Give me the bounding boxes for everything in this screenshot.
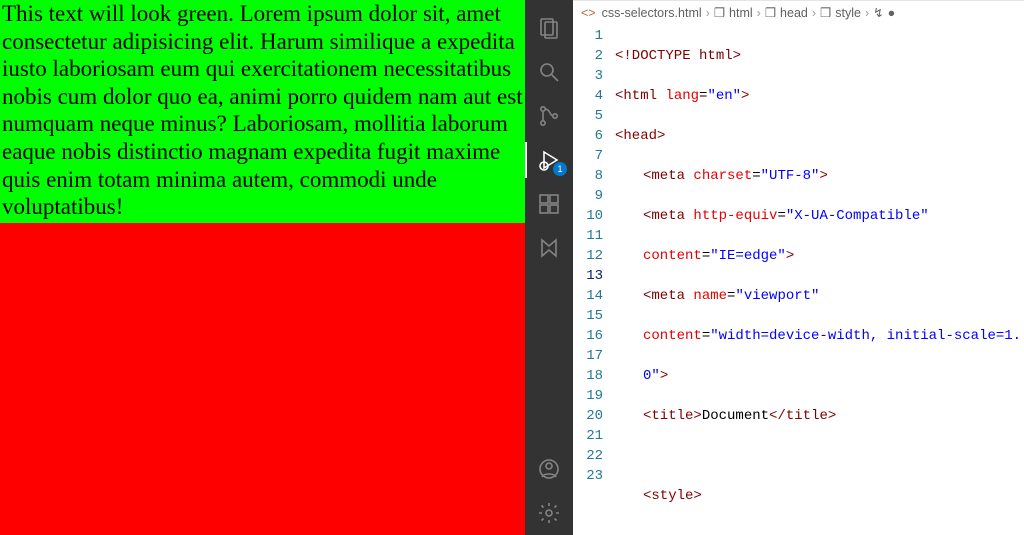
- code-editor[interactable]: 123 456 789 101112 131415 161718 192021 …: [573, 24, 1024, 535]
- explorer-icon[interactable]: [525, 6, 573, 50]
- editor-pane: <> css-selectors.html › ❒ html › ❒ head …: [573, 0, 1024, 535]
- breadcrumb-style[interactable]: style: [835, 6, 861, 20]
- browser-preview: This text will look green. Lorem ipsum d…: [0, 0, 525, 535]
- activity-bar: 1: [525, 0, 573, 535]
- curly-icon: ↯: [873, 5, 883, 20]
- chevron-right-icon: ›: [865, 6, 869, 20]
- breadcrumb-dirty: ●: [888, 6, 896, 20]
- code-content[interactable]: <!DOCTYPE html> <html lang="en"> <head> …: [615, 24, 1024, 535]
- search-icon[interactable]: [525, 50, 573, 94]
- run-debug-icon[interactable]: 1: [525, 138, 573, 182]
- settings-gear-icon[interactable]: [525, 491, 573, 535]
- breadcrumb-html[interactable]: html: [729, 6, 753, 20]
- cube-icon: ❒: [765, 5, 776, 20]
- cube-icon: ❒: [820, 5, 831, 20]
- source-control-icon[interactable]: [525, 94, 573, 138]
- breadcrumb-file[interactable]: css-selectors.html: [602, 6, 702, 20]
- preview-paragraph: This text will look green. Lorem ipsum d…: [0, 0, 525, 223]
- debug-badge: 1: [553, 162, 567, 176]
- extensions-icon[interactable]: [525, 182, 573, 226]
- line-number-gutter: 123 456 789 101112 131415 161718 192021 …: [573, 24, 615, 535]
- chevron-right-icon: ›: [706, 6, 710, 20]
- account-icon[interactable]: [525, 447, 573, 491]
- chevron-right-icon: ›: [757, 6, 761, 20]
- chevron-right-icon: ›: [812, 6, 816, 20]
- cube-icon: ❒: [714, 5, 725, 20]
- bookmark-icon[interactable]: [525, 226, 573, 270]
- file-type-icon: <>: [581, 6, 596, 20]
- breadcrumb-head[interactable]: head: [780, 6, 808, 20]
- breadcrumb[interactable]: <> css-selectors.html › ❒ html › ❒ head …: [573, 0, 1024, 24]
